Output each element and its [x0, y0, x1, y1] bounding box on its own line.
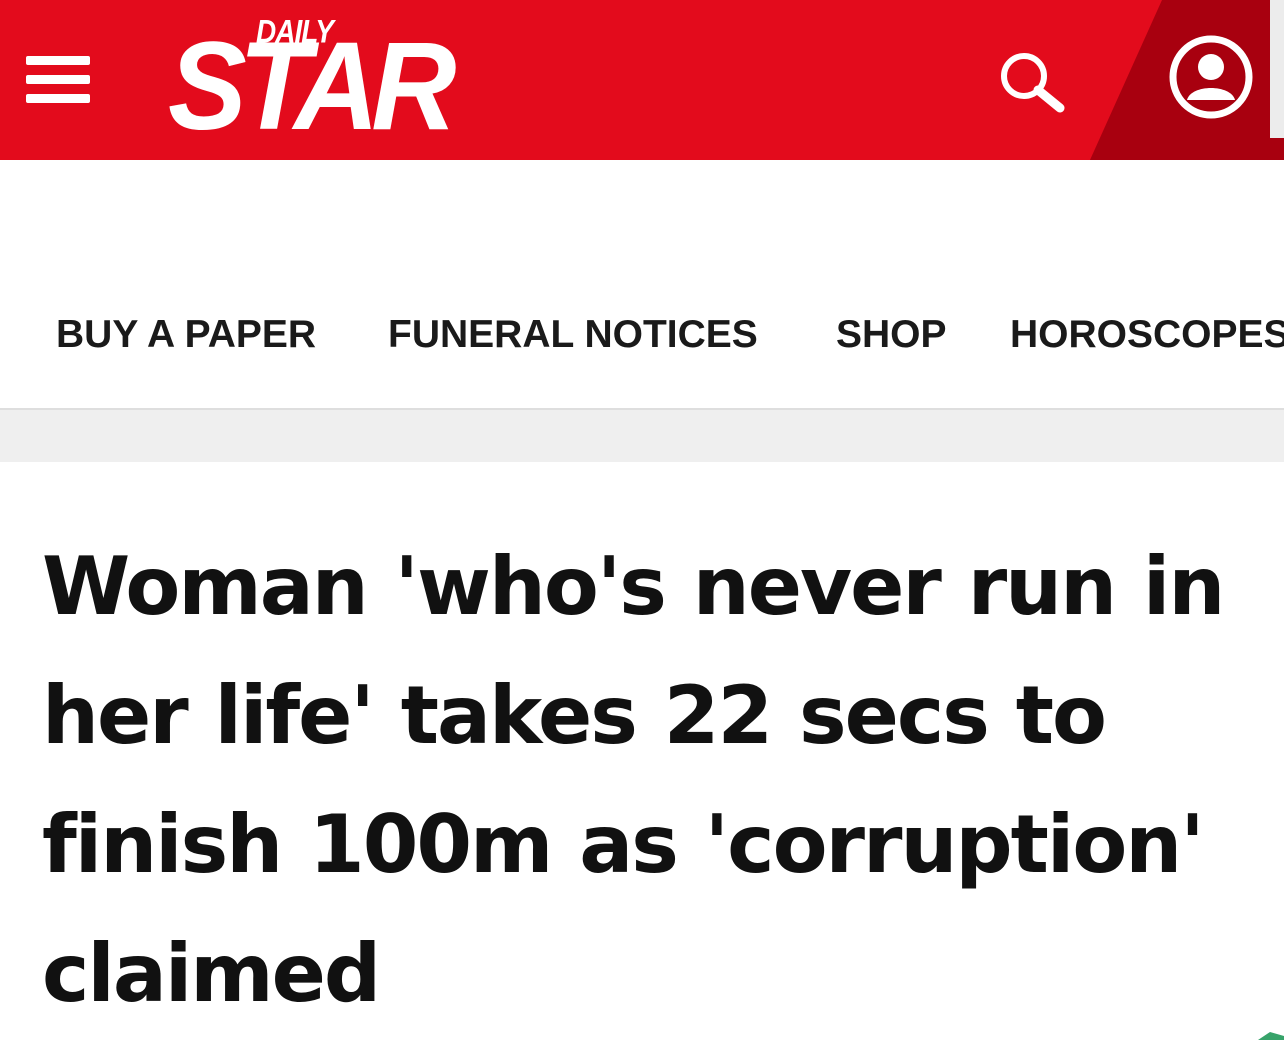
nav-buy-a-paper[interactable]: BUY A PAPER — [56, 312, 316, 358]
logo-star-text: STAR — [168, 16, 456, 157]
article-headline: Woman 'who's never run in her life' take… — [42, 540, 1225, 1020]
nav-funeral-notices[interactable]: FUNERAL NOTICES — [388, 312, 758, 358]
nav-shop[interactable]: SHOP — [836, 312, 947, 358]
page: DAILY STAR BUY A PAPER FUNERAL NOTICES S… — [0, 0, 1284, 1040]
hamburger-menu-icon — [26, 56, 90, 103]
user-account-icon — [1169, 35, 1253, 119]
nav-horoscopes[interactable]: HOROSCOPES — [1010, 312, 1284, 358]
search-button[interactable] — [996, 50, 1070, 114]
window-edge — [1270, 0, 1284, 138]
account-button[interactable] — [1168, 34, 1254, 120]
daily-star-logo[interactable]: DAILY STAR — [168, 6, 456, 152]
top-navigation: BUY A PAPER FUNERAL NOTICES SHOP HOROSCO… — [0, 160, 1284, 410]
menu-button[interactable] — [24, 52, 92, 108]
site-header: DAILY STAR — [0, 0, 1284, 160]
search-icon — [1001, 53, 1065, 113]
corner-mark — [1258, 1032, 1284, 1040]
ad-placeholder-band — [0, 410, 1284, 462]
